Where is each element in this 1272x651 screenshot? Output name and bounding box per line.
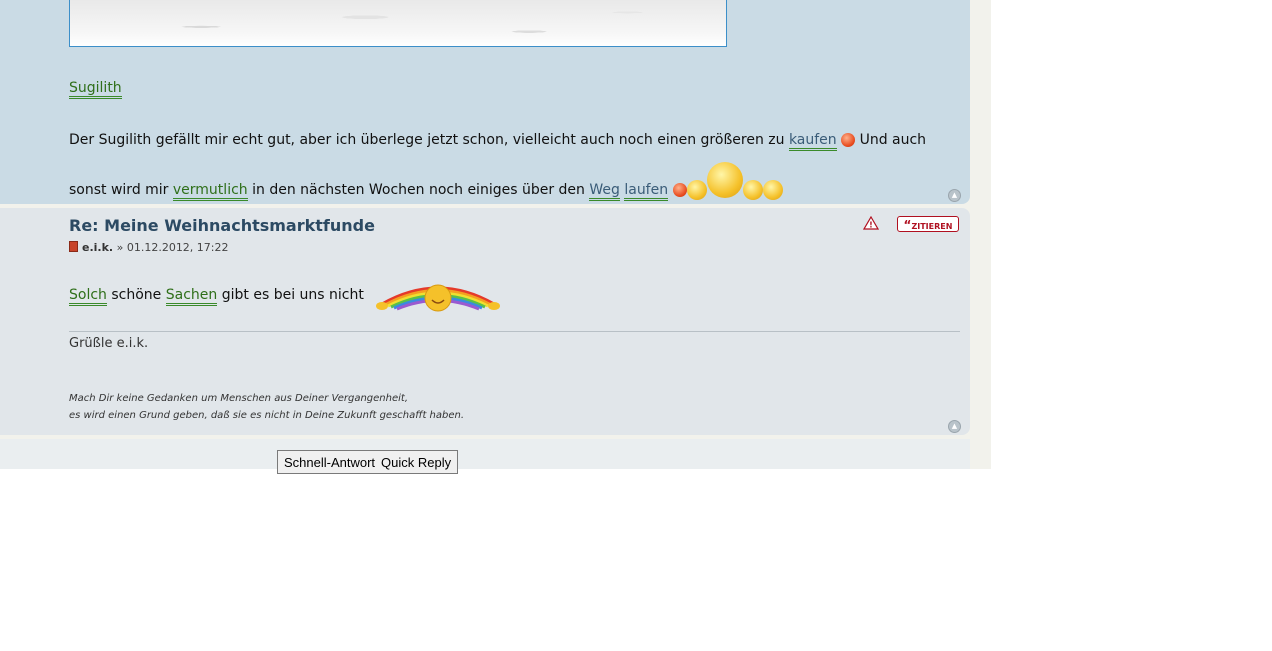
author-name[interactable]: e.i.k. <box>82 241 113 254</box>
angry-smiley-icon <box>841 133 856 147</box>
smiley-icon <box>686 180 707 200</box>
post-author-line: e.i.k. » 01.12.2012, 17:22 <box>69 241 229 254</box>
post-text: schöne <box>111 287 162 303</box>
quick-reply-bar: Schnell-Antwort Quick Reply <box>0 439 970 474</box>
post-text: Der Sugilith gefällt mir echt gut, aber … <box>69 132 785 148</box>
post-previous: Sugilith Der Sugilith gefällt mir echt g… <box>0 0 970 204</box>
post-icon[interactable] <box>69 241 78 252</box>
post-body: Der Sugilith gefällt mir echt gut, aber … <box>69 118 949 212</box>
keyword-link[interactable]: Sugilith <box>69 80 122 99</box>
svg-text:!: ! <box>869 221 873 230</box>
keyword-link-kaufen[interactable]: kaufen <box>788 132 837 151</box>
quote-button[interactable]: “ZITIEREN <box>897 216 959 232</box>
post-reply: Re: Meine Weihnachtsmarktfunde ! “ZITIER… <box>0 208 970 435</box>
keyword-link-solch[interactable]: Solch <box>69 287 107 306</box>
post-text: gibt es bei uns nicht <box>221 287 364 303</box>
post-title[interactable]: Re: Meine Weihnachtsmarktfunde <box>69 216 375 235</box>
post-date: 01.12.2012, 17:22 <box>126 241 229 254</box>
quick-reply-label-de: Schnell-Antwort <box>284 455 376 470</box>
signature: Mach Dir keine Gedanken um Menschen aus … <box>69 390 464 424</box>
signature-divider <box>69 331 960 332</box>
keyword-link-sachen[interactable]: Sachen <box>165 287 218 306</box>
rainbow-smiley-icon <box>376 284 501 312</box>
report-button[interactable]: ! <box>862 215 880 230</box>
keyword-link-sugilith[interactable]: Sugilith <box>69 80 122 99</box>
separator: » <box>116 241 124 254</box>
quote-button-label: ZITIEREN <box>911 222 953 231</box>
post-image[interactable] <box>69 0 727 47</box>
keyword-link-laufen[interactable]: laufen <box>624 182 669 201</box>
keyword-link-vermutlich[interactable]: vermutlich <box>172 182 248 201</box>
signature-line: es wird einen Grund geben, daß sie es ni… <box>69 410 465 421</box>
big-smiley-icon <box>706 162 743 198</box>
greeting-text: Grüßle e.i.k. <box>69 336 149 351</box>
warning-icon: ! <box>862 215 880 230</box>
signature-line: Mach Dir keine Gedanken um Menschen aus … <box>69 393 408 404</box>
smiley-icon <box>762 180 783 200</box>
post-text: in den nächsten Wochen noch einiges über… <box>252 182 585 198</box>
quick-reply-label-en: Quick Reply <box>381 455 452 470</box>
quick-reply-button[interactable]: Schnell-Antwort Quick Reply <box>277 450 459 474</box>
post-body: Solch schöne Sachen gibt es bei uns nich… <box>69 278 502 312</box>
back-to-top-icon[interactable]: ▲ <box>948 189 961 202</box>
angry-smiley-icon <box>672 183 687 197</box>
back-to-top-icon[interactable]: ▲ <box>948 420 961 433</box>
keyword-link-weg[interactable]: Weg <box>589 182 620 201</box>
smiley-icon <box>742 180 763 200</box>
